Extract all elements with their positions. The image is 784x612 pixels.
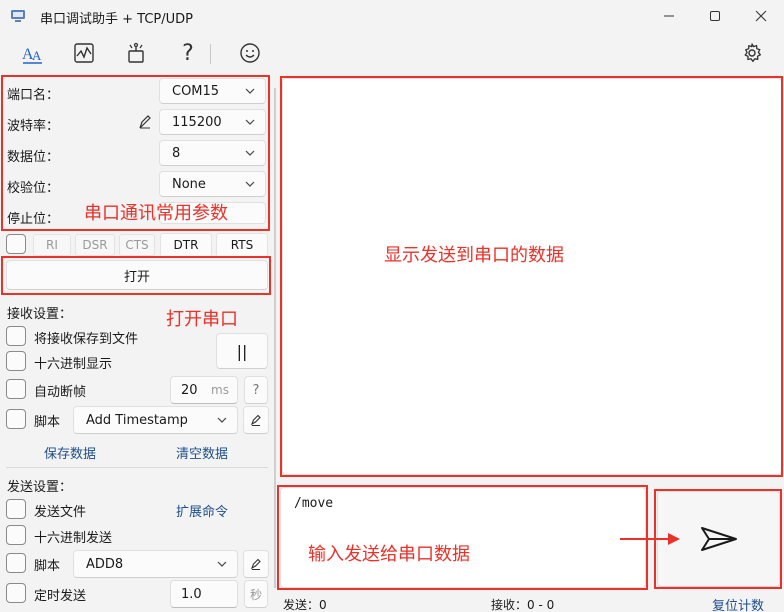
window-title: 串口调试助手 + TCP/UDP [40,12,193,27]
pin-cts[interactable]: CTS [119,234,155,256]
svg-text:A: A [32,48,42,63]
interval-unit: 秒 [244,580,268,608]
toolbar-separator [210,44,211,64]
chevron-down-icon [217,561,227,567]
interval-input[interactable]: 1.0 [170,580,238,608]
interval-value: 1.0 [181,586,202,602]
pin-rts[interactable]: RTS [216,233,268,257]
receive-script-label: 脚本 [34,415,61,430]
send-file-label: 发送文件 [34,505,87,520]
section-divider [6,467,268,468]
hex-send-checkbox[interactable] [6,525,26,545]
ext-command-link[interactable]: 扩展命令 [176,501,228,520]
hex-send-label: 十六进制发送 [34,531,113,546]
clear-data-link[interactable]: 清空数据 [176,443,228,462]
annotation-open-port: 打开串口 [166,309,238,330]
send-script-edit-button[interactable] [243,550,269,578]
font-button[interactable]: A A [16,38,48,68]
plugin-icon [128,42,144,63]
frame-help-button[interactable]: ? [244,376,268,404]
annotation-box-input [277,485,648,590]
minimize-button[interactable] [646,0,692,32]
send-script-select[interactable]: ADD8 [73,550,238,578]
save-data-link[interactable]: 保存数据 [44,443,96,462]
pen-icon [250,414,261,426]
send-script-value: ADD8 [86,556,124,572]
maximize-button[interactable] [692,0,738,32]
panel-splitter[interactable] [274,88,276,588]
annotation-box-open-port [1,256,271,295]
receive-script-edit-button[interactable] [243,406,269,434]
annotation-box-display [280,76,783,477]
send-settings-title: 发送设置： [7,480,73,495]
chart-icon [74,43,94,63]
frame-ms-unit: ms [211,383,229,397]
send-file-checkbox[interactable] [6,499,26,519]
receive-script-value: Add Timestamp [86,412,188,428]
chart-button[interactable] [68,38,100,68]
pause-icon: || [236,341,248,361]
auto-frame-label: 自动断帧 [34,385,87,400]
pin-dtr[interactable]: DTR [160,233,212,257]
hex-display-label: 十六进制显示 [34,357,113,372]
annotation-serial-params: 串口通讯常用参数 [84,203,228,224]
frame-ms-input[interactable]: 20 ms [170,376,238,404]
settings-button[interactable] [736,38,768,68]
received-count: 接收：0 - 0 [491,598,555,612]
gear-icon [744,43,762,63]
help-button[interactable]: ? [172,38,204,68]
timed-send-checkbox[interactable] [6,583,26,603]
receive-script-checkbox[interactable] [6,409,26,429]
timed-send-label: 定时发送 [34,589,87,604]
minimize-icon [664,15,674,17]
auto-frame-checkbox[interactable] [6,379,26,399]
plugin-button[interactable] [120,38,152,68]
close-icon [755,10,767,22]
app-icon [11,10,25,22]
maximize-icon [710,11,720,21]
font-aa-icon: A A [22,46,42,64]
send-script-label: 脚本 [34,559,61,574]
send-script-checkbox[interactable] [6,553,26,573]
frame-ms-value: 20 [181,382,198,398]
chevron-down-icon [217,417,227,423]
annotation-display-sent: 显示发送到串口的数据 [384,245,564,266]
reset-count-link[interactable]: 复位计数 [712,595,764,612]
pins-checkbox[interactable] [6,234,26,254]
save-to-file-label: 将接收保存到文件 [34,332,139,347]
save-to-file-checkbox[interactable] [6,326,26,346]
smiley-button[interactable] [234,38,266,68]
help-icon: ? [182,40,194,66]
pin-dsr[interactable]: DSR [75,234,115,256]
hex-display-checkbox[interactable] [6,351,26,371]
pen-icon [250,558,261,570]
receive-settings-title: 接收设置： [7,307,73,322]
pin-ri[interactable]: RI [33,234,71,256]
annotation-arrow-icon [620,533,680,545]
close-button[interactable] [738,0,784,32]
smiley-icon [240,43,260,63]
annotation-input-send: 输入发送给串口数据 [308,544,470,565]
toolbar [0,32,784,74]
receive-script-select[interactable]: Add Timestamp [73,406,238,434]
sent-count: 发送：0 [283,598,327,612]
pause-button[interactable]: || [216,333,268,369]
